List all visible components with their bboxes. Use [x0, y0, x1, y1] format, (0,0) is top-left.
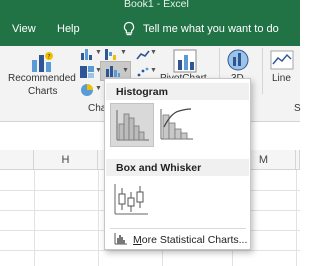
histogram-icon	[116, 110, 149, 141]
line-chart-icon[interactable]	[136, 49, 150, 61]
sparklines-group-label: S	[294, 103, 301, 114]
histogram-heading: Histogram	[106, 83, 249, 100]
ribbon-separator	[262, 48, 263, 94]
recommended-charts-label-2[interactable]: Charts	[28, 86, 57, 97]
recommended-charts-label-1[interactable]: Recommended	[8, 73, 76, 84]
scatter-chart-icon[interactable]	[136, 66, 150, 78]
chevron-down-icon[interactable]: ▼	[95, 85, 102, 92]
column-header-n[interactable]	[296, 150, 300, 170]
chevron-down-icon[interactable]: ▼	[150, 49, 157, 56]
pareto-thumbnail[interactable]	[155, 103, 199, 147]
column-line	[98, 170, 99, 266]
row-line	[0, 250, 300, 251]
statistic-chart-icon	[106, 66, 120, 77]
tab-help[interactable]: Help	[57, 23, 80, 35]
statistic-chart-small-icon	[114, 233, 127, 245]
tell-me-search[interactable]: Tell me what you want to do	[143, 23, 279, 35]
chevron-down-icon: ▼	[122, 67, 129, 74]
recommended-charts-icon[interactable]: ?	[29, 50, 55, 74]
column-line	[296, 170, 297, 266]
pareto-icon	[160, 108, 193, 140]
sparkline-line-icon[interactable]	[270, 50, 294, 70]
hierarchy-chart-icon[interactable]	[79, 65, 95, 79]
column-header-h[interactable]: H	[34, 150, 98, 170]
menu-divider	[110, 228, 246, 229]
box-whisker-thumbnail[interactable]	[110, 178, 154, 222]
box-whisker-icon	[114, 184, 148, 215]
column-line	[34, 170, 35, 266]
window-title: Book1 - Excel	[124, 0, 189, 10]
lightbulb-icon	[123, 21, 135, 36]
3d-map-icon[interactable]	[225, 48, 251, 72]
column-header-blank[interactable]	[0, 150, 34, 170]
svg-text:?: ?	[47, 54, 50, 61]
pie-chart-icon[interactable]	[79, 83, 95, 97]
column-chart-icon[interactable]	[79, 47, 95, 61]
chevron-down-icon[interactable]: ▼	[120, 49, 127, 56]
statistic-chart-dropdown: Histogram Box and Whisker More Statistic…	[104, 78, 251, 250]
chevron-down-icon[interactable]: ▼	[95, 49, 102, 56]
chevron-down-icon[interactable]: ▼	[150, 67, 157, 74]
title-bar: Book1 - Excel	[0, 0, 300, 14]
tab-view[interactable]: View	[12, 23, 36, 35]
line-sparkline-label[interactable]: Line	[272, 73, 291, 84]
ribbon-tabs-bar: View Help Tell me what you want to do	[0, 14, 300, 46]
histogram-thumbnail[interactable]	[110, 103, 154, 147]
waterfall-chart-icon[interactable]	[104, 47, 120, 61]
more-statistical-charts-label[interactable]: More Statistical Charts...	[133, 234, 247, 246]
box-whisker-heading: Box and Whisker	[106, 159, 249, 176]
pivot-chart-icon[interactable]	[172, 48, 198, 74]
